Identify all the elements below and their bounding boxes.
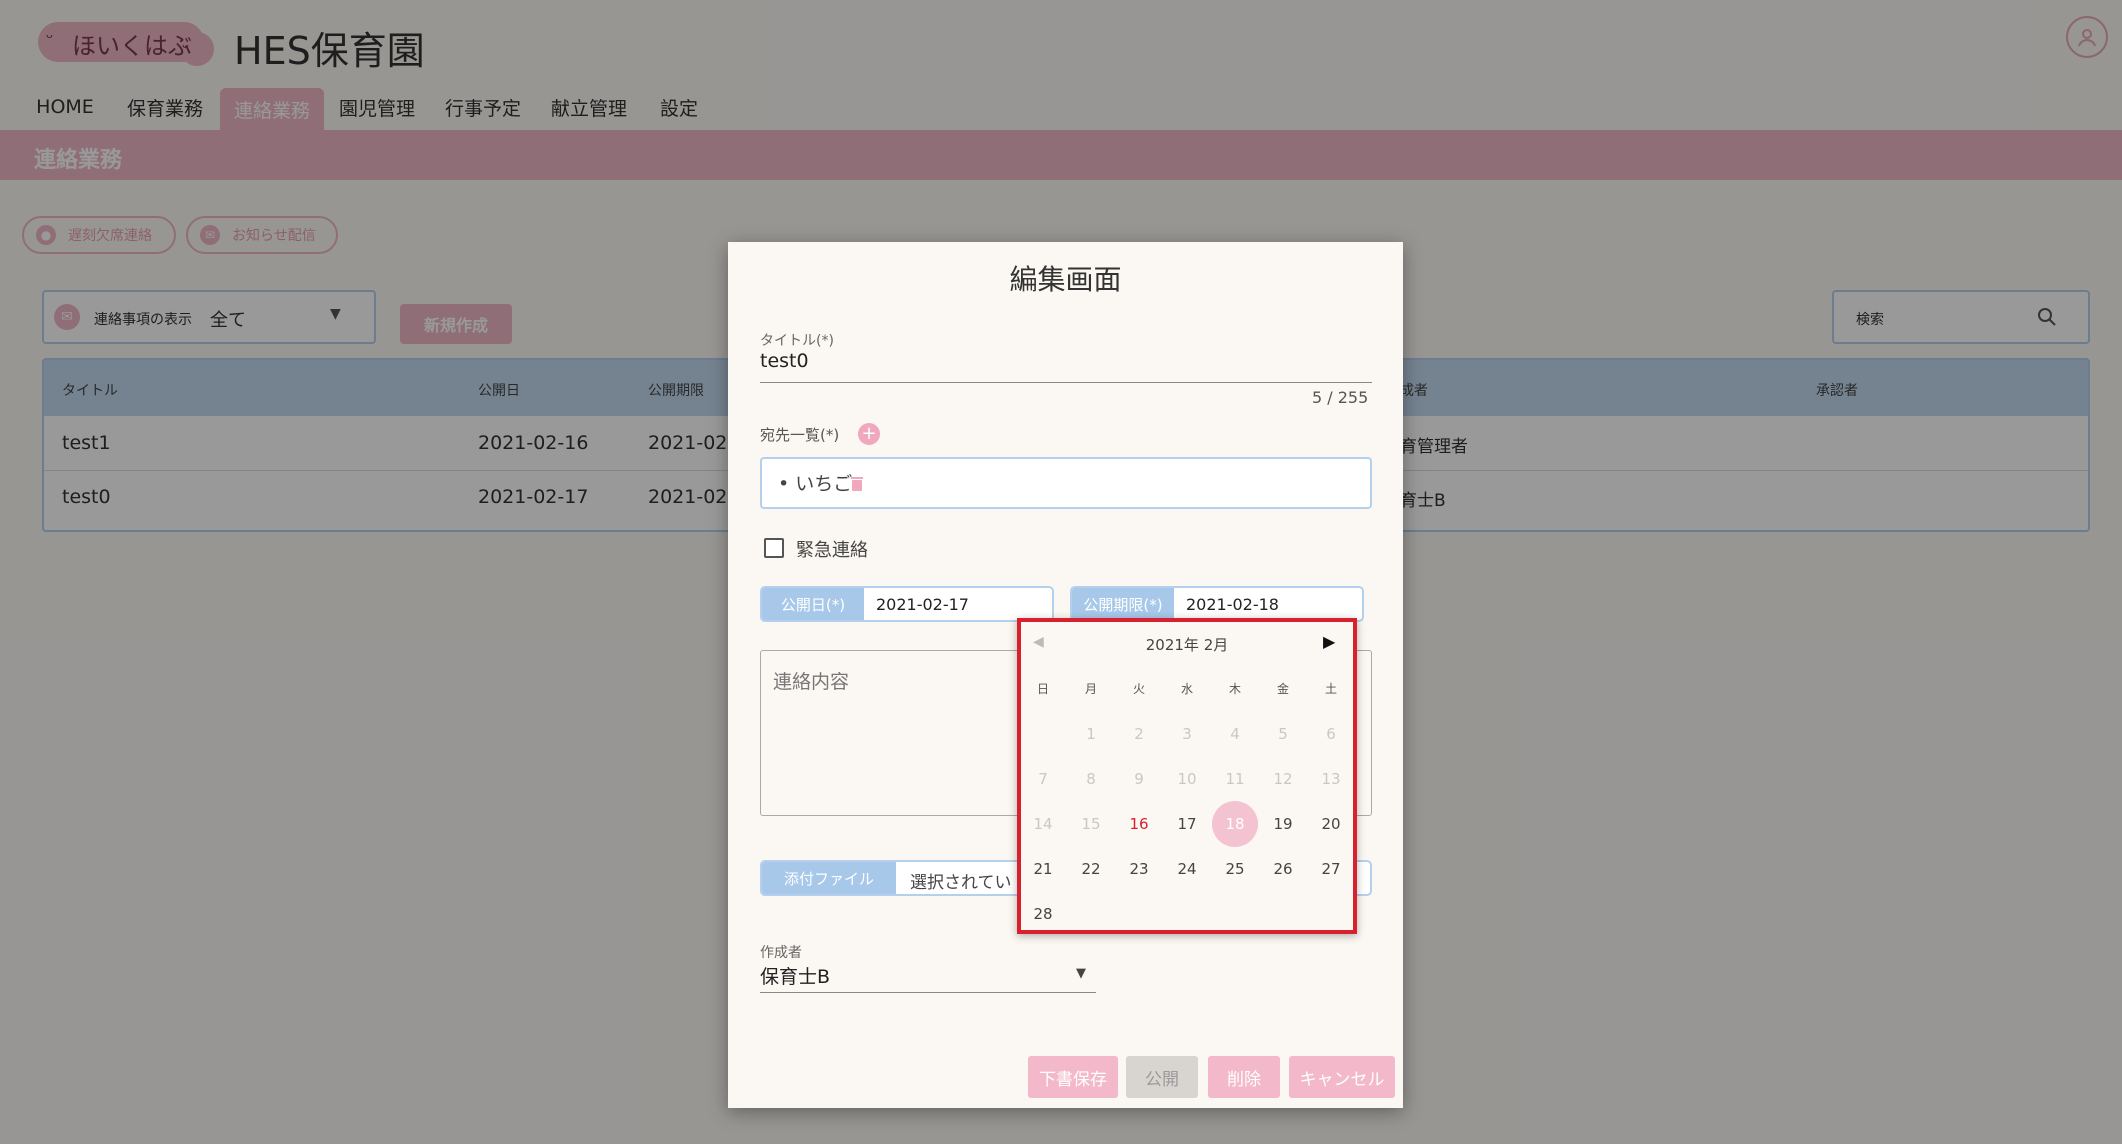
calendar-day[interactable]: 26 bbox=[1259, 847, 1307, 891]
calendar-day[interactable]: 18 bbox=[1211, 802, 1259, 846]
urgent-label: 緊急連絡 bbox=[796, 540, 868, 561]
calendar-day[interactable]: 25 bbox=[1211, 847, 1259, 891]
chevron-down-icon[interactable]: ▼ bbox=[1076, 966, 1086, 981]
calendar-day: 1 bbox=[1086, 725, 1096, 743]
calendar-day: 5 bbox=[1278, 725, 1288, 743]
attach-value: 選択されてい bbox=[910, 873, 1012, 893]
calendar-day[interactable]: 21 bbox=[1019, 847, 1067, 891]
calendar-weekday: 木 bbox=[1228, 682, 1241, 696]
calendar-day: 15 bbox=[1081, 815, 1101, 833]
calendar-day[interactable]: 27 bbox=[1307, 847, 1355, 891]
cancel-button[interactable]: キャンセル bbox=[1289, 1056, 1395, 1098]
char-counter: 5 / 255 bbox=[1312, 388, 1369, 407]
calendar-day: 7 bbox=[1038, 770, 1048, 788]
trash-icon[interactable] bbox=[850, 476, 864, 492]
publish-button[interactable]: 公開 bbox=[1126, 1056, 1198, 1098]
author-underline bbox=[760, 992, 1096, 993]
calendar-weekday: 金 bbox=[1276, 682, 1289, 696]
title-input[interactable]: test0 bbox=[760, 350, 809, 372]
publish-date-field[interactable]: 公開日(*) 2021-02-17 bbox=[760, 586, 1054, 622]
expiry-date-label: 公開期限(*) bbox=[1072, 588, 1174, 620]
calendar-weekday: 土 bbox=[1324, 682, 1337, 696]
calendar-day[interactable]: 16 bbox=[1115, 802, 1163, 846]
calendar-day: 6 bbox=[1326, 725, 1336, 743]
calendar-day: 14 bbox=[1033, 815, 1053, 833]
urgent-checkbox[interactable] bbox=[764, 538, 784, 558]
calendar-day: 12 bbox=[1273, 770, 1293, 788]
calendar-weekday: 火 bbox=[1132, 682, 1145, 696]
calendar-day: 11 bbox=[1225, 770, 1245, 788]
calendar-day: 9 bbox=[1134, 770, 1144, 788]
next-month-icon[interactable]: ▶ bbox=[1323, 632, 1335, 651]
calendar-day[interactable]: 23 bbox=[1115, 847, 1163, 891]
publish-date-value: 2021-02-17 bbox=[876, 595, 969, 614]
calendar-weekday: 水 bbox=[1180, 682, 1193, 696]
calendar-day: 10 bbox=[1177, 770, 1197, 788]
calendar-day: 4 bbox=[1230, 725, 1240, 743]
dialog-title: 編集画面 bbox=[1009, 263, 1122, 296]
dest-list: • いちご bbox=[760, 457, 1372, 509]
publish-date-label: 公開日(*) bbox=[762, 588, 864, 620]
title-field-label: タイトル(*) bbox=[760, 333, 834, 349]
calendar-month-label: 2021年 2月 bbox=[1145, 636, 1229, 654]
dest-item: • いちご bbox=[778, 473, 853, 495]
draft-save-button[interactable]: 下書保存 bbox=[1028, 1056, 1118, 1098]
delete-button[interactable]: 削除 bbox=[1208, 1056, 1280, 1098]
calendar-day: 3 bbox=[1182, 725, 1192, 743]
calendar-weekday: 月 bbox=[1084, 682, 1097, 696]
calendar-day: 2 bbox=[1134, 725, 1144, 743]
calendar-day[interactable]: 19 bbox=[1259, 802, 1307, 846]
calendar-day[interactable]: 24 bbox=[1163, 847, 1211, 891]
calendar-day[interactable]: 22 bbox=[1067, 847, 1115, 891]
expiry-date-value: 2021-02-18 bbox=[1186, 595, 1279, 614]
date-picker-calendar: ◀ 2021年 2月 ▶ 日月火水木金土 1 2 3 4 5 6 7 8 9 10 11 12 13 14… bbox=[1017, 618, 1357, 934]
calendar-day[interactable]: 28 bbox=[1019, 892, 1067, 936]
calendar-day[interactable]: 20 bbox=[1307, 802, 1355, 846]
dest-label: 宛先一覧(*) bbox=[760, 426, 840, 444]
expiry-date-field[interactable]: 公開期限(*) 2021-02-18 bbox=[1070, 586, 1364, 622]
calendar-weekday: 日 bbox=[1036, 682, 1049, 696]
author-label: 作成者 bbox=[760, 945, 802, 961]
attach-label: 添付ファイル bbox=[762, 862, 896, 894]
calendar-day: 13 bbox=[1321, 770, 1341, 788]
calendar-day[interactable]: 17 bbox=[1163, 802, 1211, 846]
title-underline bbox=[760, 382, 1372, 383]
add-dest-icon[interactable]: + bbox=[858, 423, 880, 445]
calendar-day: 8 bbox=[1086, 770, 1096, 788]
content-placeholder: 連絡内容 bbox=[773, 671, 850, 693]
author-select[interactable]: 保育士B bbox=[760, 962, 830, 989]
